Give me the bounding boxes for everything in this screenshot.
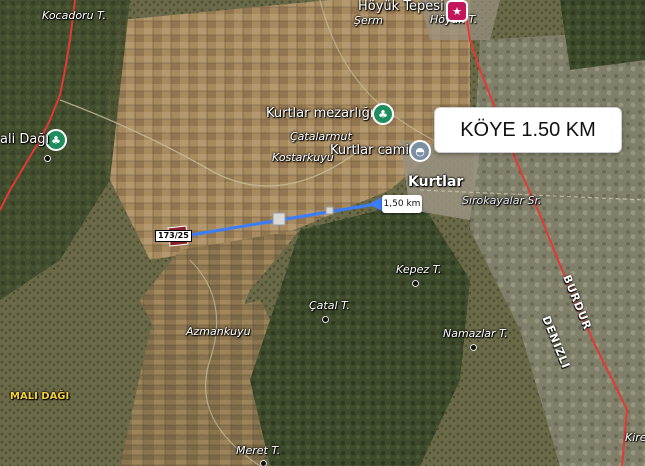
label-meret: Meret T.	[236, 444, 281, 457]
label-kepez: Kepez T.	[396, 263, 442, 276]
label-kocadoru: Kocadoru T.	[42, 9, 106, 22]
label-namazlar: Namazlar T.	[443, 327, 508, 340]
summit-dot	[44, 155, 51, 162]
label-serm: Şerm	[354, 14, 383, 27]
label-kostarkuyu: Kostarkuyu	[272, 151, 334, 164]
label-hoyuk-tepesi: Höyük Tepesi	[358, 0, 444, 14]
mosque-icon[interactable]: ◓	[409, 140, 431, 162]
terrain-layer	[0, 0, 645, 466]
distance-label: 1,50 km	[382, 195, 422, 213]
label-kurtlar-mezarligi: Kurtlar mezarlığı	[266, 106, 374, 121]
pink-pin-icon[interactable]: ★	[446, 0, 468, 22]
parcel-label[interactable]: 173/25	[155, 230, 192, 242]
satellite-map[interactable]: Kocadoru T. Höyük Tepesi Şerm Höyük T. ★…	[0, 0, 645, 466]
label-kire: Kire	[625, 431, 645, 444]
route-midpoint-handle-2	[325, 206, 334, 215]
label-mali-dagi-top: ali Dağı	[0, 132, 50, 147]
label-kurtlar: Kurtlar	[408, 174, 464, 190]
label-kurtlar-cami: Kurtlar cami	[330, 143, 410, 158]
summit-dot	[260, 460, 267, 466]
label-catal: Çatal T.	[309, 299, 350, 312]
summit-dot	[470, 344, 477, 351]
summit-dot	[322, 316, 329, 323]
tree-icon[interactable]: ♣	[372, 103, 394, 125]
label-mali-dagi-bottom: MALI DAĞI	[10, 391, 70, 402]
label-sirokayalar: Sırokayalar Sr.	[462, 194, 542, 207]
route-midpoint-handle	[272, 212, 286, 226]
distance-callout: KÖYE 1.50 KM	[434, 107, 622, 153]
label-azmankuyu: Azmankuyu	[186, 325, 251, 338]
label-catalarmut: Çatalarmut	[290, 130, 352, 143]
summit-dot	[412, 280, 419, 287]
